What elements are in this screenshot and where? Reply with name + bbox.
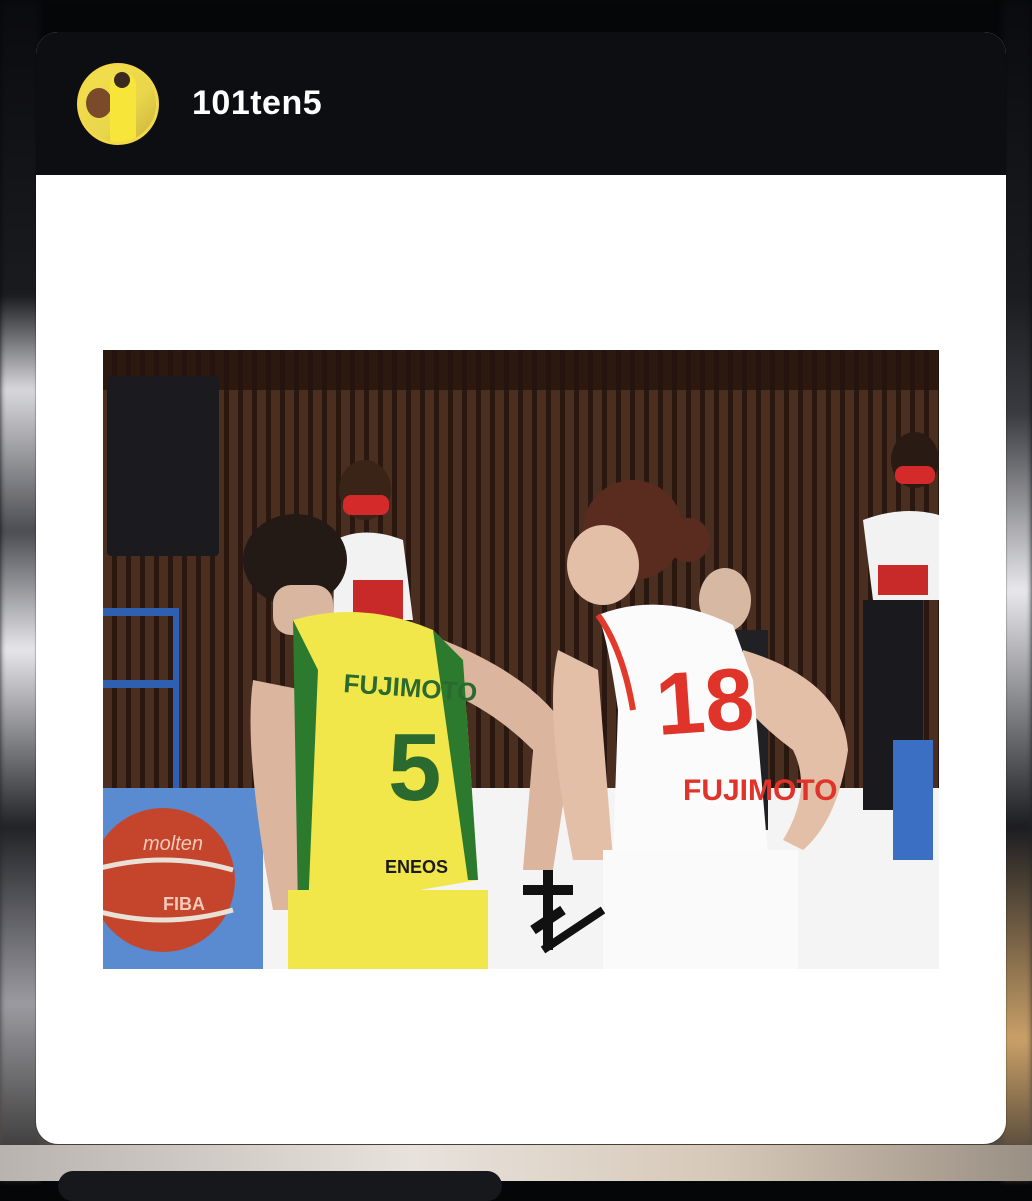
ball-brand-text: molten: [143, 833, 203, 855]
post-header: 101ten5: [36, 32, 1006, 175]
blurred-backdrop-left: [0, 0, 40, 1181]
post-card: 101ten5 molten FIBA FUJIMOTO 5 ENEOS 18 …: [36, 32, 1006, 1144]
chair-frame-left-lower: [103, 680, 179, 688]
username[interactable]: 101ten5: [192, 84, 322, 123]
avatar[interactable]: [77, 62, 159, 145]
right-player-bun: [666, 518, 710, 562]
chair-frame-leg: [173, 608, 179, 788]
cheerleader-right-red: [878, 565, 928, 595]
post-photo[interactable]: molten FIBA FUJIMOTO 5 ENEOS 18 FUJIMOTO: [103, 350, 939, 969]
speaker: [107, 376, 219, 556]
right-player-number: 18: [652, 648, 757, 754]
right-player-shorts: [603, 850, 798, 969]
left-player-number: 5: [388, 714, 441, 821]
blurred-backdrop-right: [1002, 0, 1032, 1181]
chair-frame-left: [103, 608, 179, 616]
chair-right: [893, 740, 933, 860]
left-player-sponsor: ENEOS: [385, 857, 448, 877]
right-player-name: FUJIMOTO: [683, 774, 837, 807]
right-player-face: [567, 525, 639, 605]
wall-shadow: [103, 350, 939, 390]
avatar-mascot: [86, 87, 112, 118]
cheerleader-left-mask: [343, 495, 389, 515]
bottom-bar: [58, 1171, 502, 1201]
ball-fiba-text: FIBA: [163, 894, 205, 914]
cheerleader-right-mask: [895, 466, 935, 484]
left-player-shorts: [288, 890, 488, 969]
photo-illustration: molten FIBA FUJIMOTO 5 ENEOS 18 FUJIMOTO: [103, 350, 939, 969]
avatar-head: [114, 71, 130, 88]
